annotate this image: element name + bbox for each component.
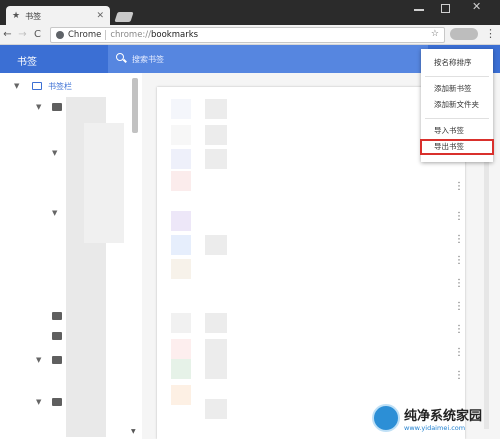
favicon [171,259,191,279]
scroll-down-icon[interactable]: ▼ [131,428,136,435]
back-icon[interactable]: ← [0,29,15,40]
search-bar [108,45,428,73]
folder-item[interactable] [52,309,62,323]
favicon [171,235,191,255]
folder-item[interactable]: ▼ [52,206,62,220]
new-tab-button[interactable] [114,12,134,22]
folder-item[interactable] [52,329,62,343]
blurred-folder-names [84,123,124,243]
tab-strip: ★ 书签 ✕ ✕ [0,0,500,26]
forward-icon[interactable]: → [15,29,30,40]
menu-item-export-bookmarks[interactable]: 导出书签 [420,139,494,155]
row-menu-icon[interactable]: ⋮ [454,255,464,266]
watermark-url: www.yidaimei.com [404,423,466,432]
folder-item[interactable]: ▼ [52,146,62,160]
url-scheme: Chrome [68,30,102,40]
bookmark-title[interactable] [205,149,227,169]
bookmark-list: ⋮ ⋮ ⋮ ⋮ ⋮ ⋮ ⋮ ⋮ ⋮ [157,87,465,439]
favicon [171,125,191,145]
folder-icon [52,312,62,320]
expand-caret-icon[interactable]: ▼ [36,398,46,406]
folder-icon [52,398,62,406]
expand-caret-icon[interactable]: ▼ [52,209,62,217]
menu-item-add-folder[interactable]: 添加新文件夹 [421,98,493,112]
folder-item[interactable]: ▼ [36,100,62,114]
watermark-title: 纯净系统家园 [404,408,483,424]
favicon [171,359,191,379]
menu-divider [425,118,489,119]
folder-icon [52,103,62,111]
bookmark-title[interactable] [205,99,227,119]
row-menu-icon[interactable]: ⋮ [454,234,464,245]
row-menu-icon[interactable]: ⋮ [454,370,464,381]
bookmark-title[interactable] [205,399,227,419]
expand-caret-icon[interactable]: ▼ [36,356,46,364]
organize-menu: 按名称排序 添加新书签 添加新文件夹 导入书签 导出书签 [420,49,494,162]
tab-bookmarks[interactable]: ★ 书签 ✕ [6,6,110,26]
search-icon [116,53,124,61]
bookmark-star-icon: ★ [12,11,21,21]
url-prefix: chrome:// [110,30,152,40]
watermark: 纯净系统家园 www.yidaimei.com [372,404,482,432]
menu-item-sort-by-name[interactable]: 按名称排序 [421,56,493,70]
bookmark-page-icon[interactable]: ☆ [431,29,439,39]
row-menu-icon[interactable]: ⋮ [454,181,464,192]
menu-item-import-bookmarks[interactable]: 导入书签 [421,124,493,138]
favicon [171,339,191,359]
address-bar[interactable]: Chrome chrome://bookmarks ☆ [50,27,445,43]
row-menu-icon[interactable]: ⋮ [454,347,464,358]
folder-icon [52,356,62,364]
expand-caret-icon[interactable]: ▼ [36,103,46,111]
search-input[interactable] [132,52,392,66]
folder-root-label: 书签栏 [48,81,72,91]
folder-item[interactable]: ▼ [36,353,62,367]
profile-avatar[interactable] [450,28,478,40]
favicon [171,99,191,119]
row-menu-icon[interactable]: ⋮ [454,211,464,222]
bookmark-title[interactable] [205,359,227,379]
watermark-logo-icon [372,404,400,432]
favicon [171,149,191,169]
browser-toolbar: ← → C Chrome chrome://bookmarks ☆ [0,25,500,45]
favicon [171,313,191,333]
row-menu-icon[interactable]: ⋮ [454,278,464,289]
bookmark-title[interactable] [205,313,227,333]
folder-root[interactable]: ▼ 书签栏 [14,79,72,93]
url-path: bookmarks [151,30,199,40]
sidebar-scrollbar[interactable] [132,78,138,133]
tab-close-icon[interactable]: ✕ [96,11,104,21]
maximize-icon[interactable] [441,4,450,13]
favicon [171,171,191,191]
site-info-icon[interactable] [56,31,64,39]
row-menu-icon[interactable]: ⋮ [454,324,464,335]
bookmark-title[interactable] [205,339,227,359]
favicon [171,385,191,405]
menu-item-add-bookmark[interactable]: 添加新书签 [421,82,493,96]
folder-tree: ▼ 书签栏 ▼ ▼ ▼ ▼ ▼ ▼ [0,73,142,439]
expand-caret-icon[interactable]: ▼ [52,149,62,157]
page-title: 书签 [17,57,37,68]
reload-icon[interactable]: C [30,29,45,40]
url-divider [105,30,107,40]
row-menu-icon[interactable]: ⋮ [454,301,464,312]
folder-item[interactable]: ▼ [36,395,62,409]
menu-divider [425,76,489,77]
minimize-icon[interactable] [414,9,424,11]
bookmark-title[interactable] [205,235,227,255]
folder-icon [32,82,42,90]
expand-caret-icon[interactable]: ▼ [14,82,24,90]
folder-icon [52,332,62,340]
favicon [171,211,191,231]
bookmark-title[interactable] [205,125,227,145]
browser-menu-icon[interactable]: ⋮ [485,27,496,40]
tab-title: 书签 [25,11,42,21]
window-close-icon[interactable]: ✕ [472,0,481,13]
